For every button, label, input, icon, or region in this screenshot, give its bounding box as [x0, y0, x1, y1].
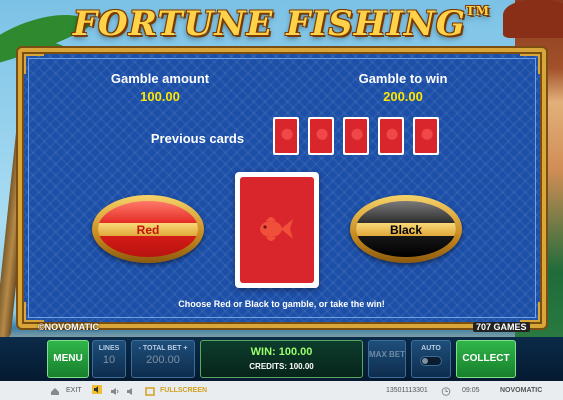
win-text: WIN: 100.00 — [250, 346, 313, 358]
menu-button[interactable]: MENU — [47, 340, 89, 378]
win-display: WIN: 100.00 CREDITS: 100.00 — [200, 340, 363, 378]
goldfish-icon — [260, 217, 293, 241]
card-back — [240, 177, 314, 283]
session-id: 13501113301 — [386, 387, 428, 394]
games707-logo: 707 GAMES — [473, 322, 530, 332]
auto-play-toggle[interactable]: AUTO — [411, 340, 451, 378]
novomatic-footer-logo: NOVOMATIC — [500, 387, 543, 394]
card-back — [380, 119, 402, 153]
credits-text: CREDITS: 100.00 — [249, 362, 314, 371]
red-button-label: Red — [98, 223, 198, 237]
status-bar: EXIT FULLSCREEN 13501113301 09:05 NOVOMA… — [0, 381, 563, 400]
previous-cards-label: Previous cards — [150, 131, 245, 146]
gamble-amount-value: 100.00 — [140, 89, 180, 104]
novomatic-logo: ©NOVOMATIC — [38, 322, 99, 332]
fullscreen-link[interactable]: FULLSCREEN — [160, 387, 207, 394]
trademark: TM — [465, 4, 491, 18]
lines-display: LINES 10 — [92, 340, 126, 378]
red-button[interactable]: Red — [92, 195, 204, 263]
previous-card — [378, 117, 404, 155]
card-back — [345, 119, 367, 153]
card-back — [275, 119, 297, 153]
exit-link[interactable]: EXIT — [66, 387, 82, 394]
volume-low-icon[interactable] — [126, 387, 136, 398]
sound-settings-icon[interactable] — [92, 385, 102, 396]
volume-icon[interactable] — [110, 387, 120, 398]
clock-time: 09:05 — [462, 387, 480, 394]
toggle-switch-icon — [420, 356, 442, 366]
card-back — [415, 119, 437, 153]
gamble-hint: Choose Red or Black to gamble, or take t… — [178, 299, 385, 309]
max-bet-button[interactable]: MAX BET — [368, 340, 406, 378]
card-back — [310, 119, 332, 153]
previous-card — [343, 117, 369, 155]
previous-card — [413, 117, 439, 155]
total-bet-control[interactable]: - TOTAL BET + 200.00 — [131, 340, 195, 378]
clock-icon — [441, 387, 451, 398]
gamble-to-win-label: Gamble to win — [358, 71, 448, 86]
gamble-to-win-value: 200.00 — [383, 89, 423, 104]
max-bet-label: MAX BET — [369, 350, 405, 359]
control-bar: MENU LINES 10 - TOTAL BET + 200.00 WIN: … — [0, 337, 563, 381]
fullscreen-icon[interactable] — [145, 387, 155, 398]
collect-button[interactable]: COLLECT — [456, 340, 516, 378]
black-button-face: Black — [356, 201, 456, 257]
previous-card — [273, 117, 299, 155]
black-button-label: Black — [356, 223, 456, 237]
game-logo: FORTUNE FISHINGTM — [0, 4, 563, 44]
current-card — [235, 172, 319, 288]
gamble-amount-label: Gamble amount — [110, 71, 210, 86]
lines-value: 10 — [102, 354, 116, 366]
black-button[interactable]: Black — [350, 195, 462, 263]
total-bet-value: 200.00 — [146, 354, 180, 366]
previous-card — [308, 117, 334, 155]
total-bet-label: - TOTAL BET + — [138, 345, 188, 352]
home-icon[interactable] — [50, 387, 60, 398]
panel-corner — [24, 54, 44, 74]
panel-corner — [520, 54, 540, 74]
auto-label: AUTO — [421, 345, 441, 352]
logo-title: FORTUNE FISHING — [72, 4, 466, 44]
lines-label: LINES — [98, 345, 120, 352]
red-button-face: Red — [98, 201, 198, 257]
